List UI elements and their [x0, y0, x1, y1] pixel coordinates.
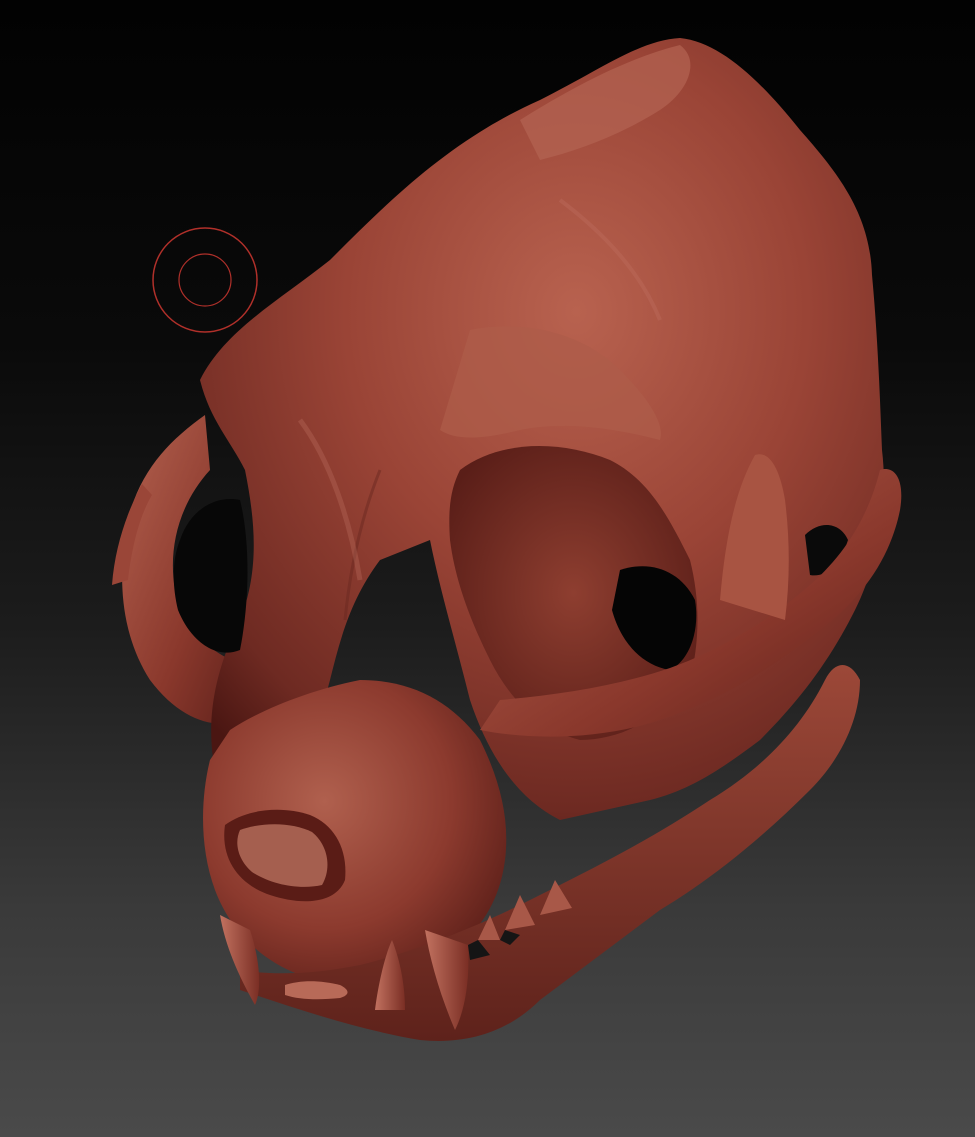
sculpt-viewport[interactable]	[0, 0, 975, 1137]
skull-model[interactable]	[0, 0, 975, 1137]
